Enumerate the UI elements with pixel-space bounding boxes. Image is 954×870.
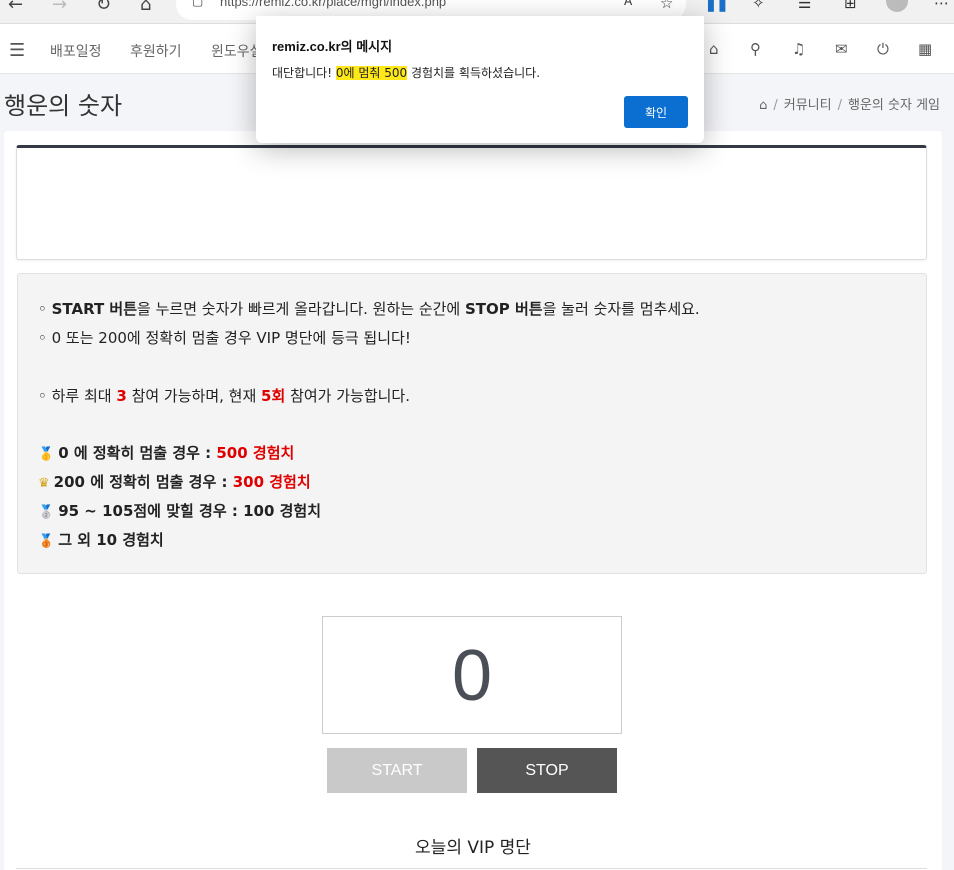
collections-icon[interactable]: ⊞	[844, 0, 857, 12]
breadcrumb-current: 행운의 숫자 게임	[848, 98, 940, 113]
extension-icon[interactable]: ▌▌	[708, 0, 731, 12]
ad-placeholder-box	[16, 145, 927, 260]
power-icon[interactable]: ⏻	[877, 40, 889, 58]
number-display: 0	[322, 616, 622, 734]
nav-item-release-schedule[interactable]: 배포일정	[50, 41, 102, 61]
breadcrumb-community[interactable]: 커뮤니티	[784, 98, 832, 113]
nav-item-donate[interactable]: 후원하기	[130, 41, 182, 61]
silver-medal-icon: 🥈	[38, 505, 55, 520]
back-arrow-icon[interactable]: ←	[8, 0, 23, 15]
alert-dialog: remiz.co.kr의 메시지 대단합니다! 0에 멈춰 500 경험치를 획…	[256, 16, 704, 143]
bell-icon[interactable]: ♫	[792, 40, 805, 58]
reward-line-1: 🥇 0 에 정확히 멈출 경우 : 500 경험치	[38, 444, 295, 462]
vip-list-title: 오늘의 VIP 명단	[415, 838, 531, 858]
forward-arrow-icon[interactable]: →	[52, 0, 67, 15]
more-menu-icon[interactable]: ⋯	[934, 0, 949, 12]
main-card: ◦ START 버튼을 누르면 숫자가 빠르게 올라갑니다. 원하는 순간에 S…	[4, 131, 942, 870]
page-title: 행운의 숫자	[4, 92, 123, 120]
grid-icon[interactable]: ▦	[918, 40, 932, 58]
favorites-list-icon[interactable]: ☰	[798, 0, 811, 12]
rule-line-1: ◦ START 버튼을 누르면 숫자가 빠르게 올라갑니다. 원하는 순간에 S…	[38, 300, 700, 318]
read-aloud-icon[interactable]: A	[624, 0, 632, 8]
dialog-title: remiz.co.kr의 메시지	[272, 39, 393, 54]
menu-icon[interactable]: ☰	[9, 40, 25, 61]
address-text: https://remiz.co.kr/place/mgn/index.php	[220, 0, 447, 9]
rule-line-3: ◦ 하루 최대 3 참여 가능하며, 현재 5회 참여가 가능합니다.	[38, 387, 411, 405]
stop-button[interactable]: STOP	[477, 748, 617, 793]
divider	[16, 868, 927, 869]
rules-box: ◦ START 버튼을 누르면 숫자가 빠르게 올라갑니다. 원하는 순간에 S…	[17, 273, 927, 574]
bronze-medal-icon: 🥉	[38, 534, 55, 549]
start-button[interactable]: START	[327, 748, 467, 793]
profile-avatar[interactable]	[886, 0, 908, 12]
reward-line-3: 🥈 95 ~ 105점에 맞힐 경우 : 100 경험치	[38, 502, 322, 520]
home-icon[interactable]: ⌂	[709, 40, 719, 58]
lock-icon[interactable]: ▢	[192, 0, 203, 8]
favorite-star-icon[interactable]: ☆	[660, 0, 673, 12]
puzzle-icon[interactable]: ✧	[752, 0, 765, 12]
reward-line-2: ♛ 200 에 정확히 멈출 경우 : 300 경험치	[38, 473, 311, 491]
mail-icon[interactable]: ✉	[835, 40, 848, 58]
breadcrumb: ⌂ / 커뮤니티 / 행운의 숫자 게임	[759, 98, 940, 113]
search-icon[interactable]: ⚲	[750, 40, 761, 58]
ok-button[interactable]: 확인	[624, 96, 688, 128]
rule-line-2: ◦ 0 또는 200에 정확히 멈출 경우 VIP 명단에 등극 됩니다!	[38, 329, 411, 347]
home-icon[interactable]: ⌂	[140, 0, 151, 15]
current-number: 0	[451, 636, 493, 716]
nav-item-windows[interactable]: 윈도우설	[211, 41, 263, 61]
refresh-icon[interactable]: ↻	[96, 0, 111, 15]
home-icon[interactable]: ⌂	[759, 98, 767, 113]
gold-medal-icon: 🥇	[38, 447, 55, 462]
reward-line-4: 🥉 그 외 10 경험치	[38, 531, 164, 549]
dialog-message: 대단합니다! 0에 멈춰 500 경험치를 획득하셨습니다.	[272, 66, 541, 80]
crown-icon: ♛	[38, 476, 50, 491]
